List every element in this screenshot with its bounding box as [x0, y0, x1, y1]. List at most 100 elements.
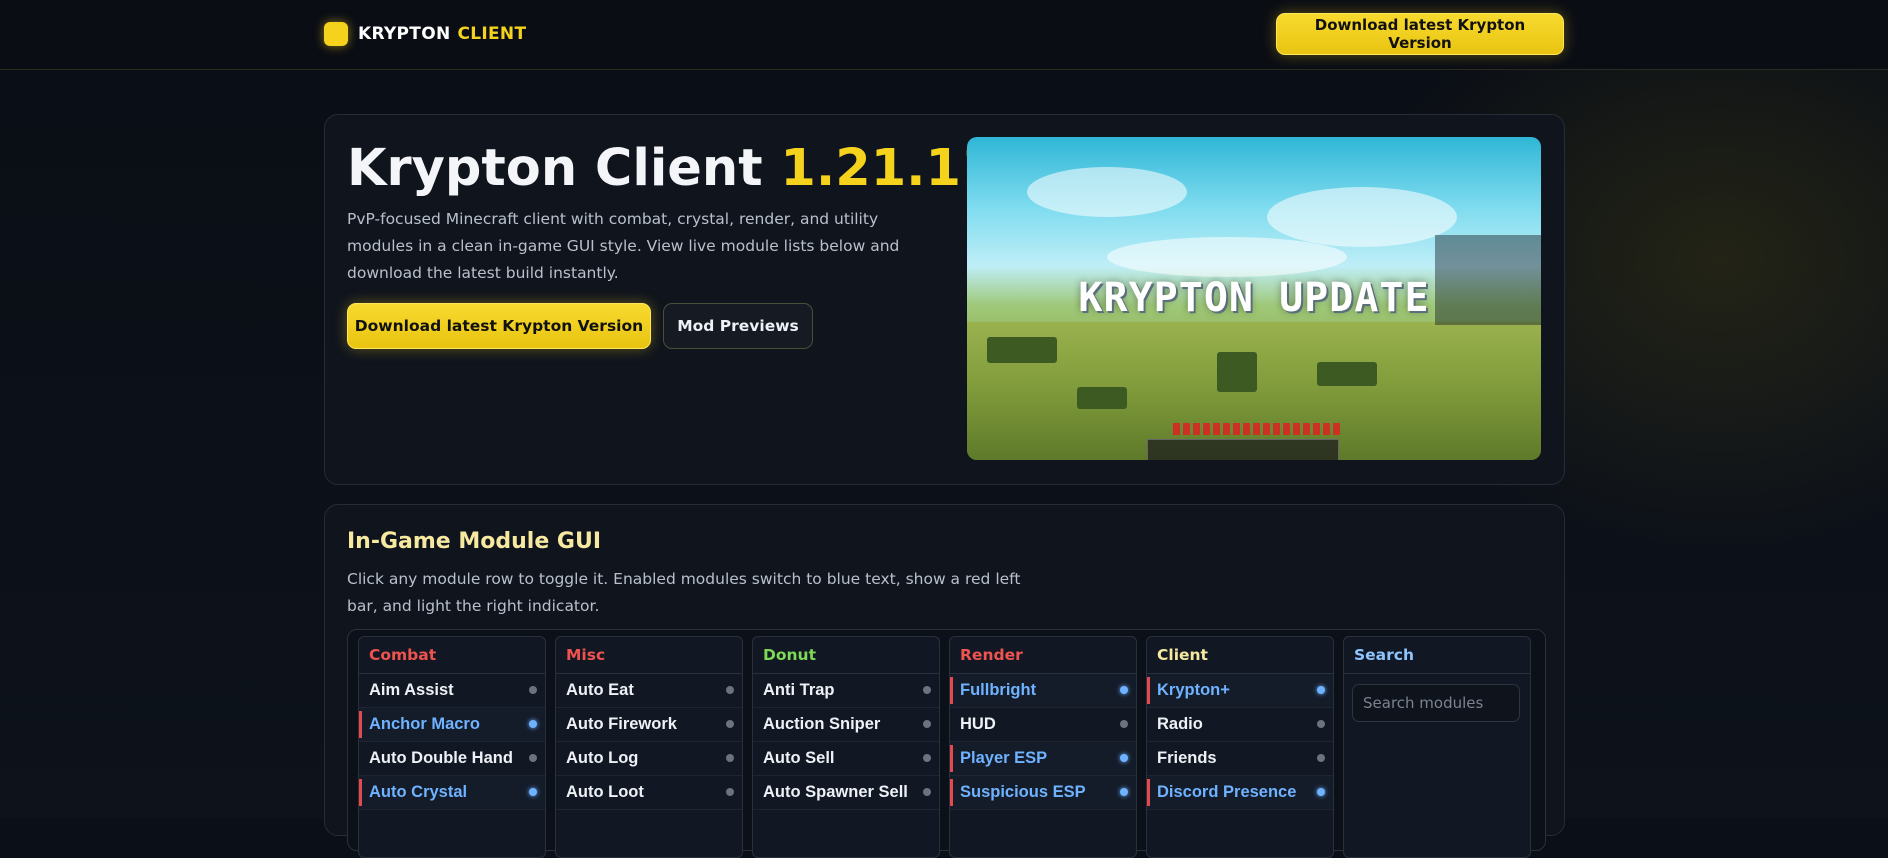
search-modules-input[interactable] [1352, 684, 1520, 722]
indicator-dot-icon [726, 788, 734, 796]
indicator-dot-icon [529, 754, 537, 762]
tree-shape [1317, 362, 1377, 386]
game-screenshot: KRYPTON UPDATE [967, 137, 1541, 460]
module-row-auto-spawner-sell[interactable]: Auto Spawner Sell [753, 776, 939, 810]
module-label: Krypton+ [1157, 681, 1230, 699]
module-label: Auto Loot [566, 783, 644, 801]
column-header: Render [950, 637, 1136, 674]
module-row-auto-sell[interactable]: Auto Sell [753, 742, 939, 776]
tree-shape [1217, 352, 1257, 392]
tree-shape [987, 337, 1057, 363]
column-donut: Donut Anti Trap Auction Sniper Auto Sell… [752, 636, 940, 858]
indicator-dot-icon [529, 686, 537, 694]
hero-card: Krypton Client 1.21.11 PvP-focused Minec… [324, 114, 1565, 485]
logo-text: KRYPTON CLIENT [358, 24, 526, 44]
column-header: Client [1147, 637, 1333, 674]
indicator-dot-icon [923, 754, 931, 762]
logo-square-icon [324, 22, 348, 46]
module-row-krypton-plus[interactable]: Krypton+ [1147, 674, 1333, 708]
module-label: Anti Trap [763, 681, 835, 699]
indicator-dot-icon [923, 686, 931, 694]
logo-word-krypton: KRYPTON [358, 24, 451, 44]
module-label: Auction Sniper [763, 715, 881, 733]
health-bar [1173, 423, 1343, 435]
indicator-dot-icon [1317, 686, 1325, 694]
module-row-radio[interactable]: Radio [1147, 708, 1333, 742]
module-label: Auto Log [566, 749, 639, 767]
module-label: Auto Firework [566, 715, 677, 733]
indicator-dot-icon [923, 720, 931, 728]
indicator-dot-icon [1120, 788, 1128, 796]
module-row-fullbright[interactable]: Fullbright [950, 674, 1136, 708]
hero-version: 1.21.11 [780, 139, 997, 198]
module-label: Friends [1157, 749, 1217, 767]
module-row-auto-crystal[interactable]: Auto Crystal [359, 776, 545, 810]
mod-previews-button[interactable]: Mod Previews [663, 303, 813, 349]
module-row-anti-trap[interactable]: Anti Trap [753, 674, 939, 708]
top-navbar: KRYPTON CLIENT Download latest Krypton Ve… [0, 0, 1888, 70]
module-label: Discord Presence [1157, 783, 1297, 801]
module-label: Aim Assist [369, 681, 454, 699]
module-row-suspicious-esp[interactable]: Suspicious ESP [950, 776, 1136, 810]
module-row-friends[interactable]: Friends [1147, 742, 1333, 776]
column-header: Donut [753, 637, 939, 674]
hotbar [1147, 439, 1339, 460]
module-row-aim-assist[interactable]: Aim Assist [359, 674, 545, 708]
module-row-anchor-macro[interactable]: Anchor Macro [359, 708, 545, 742]
indicator-dot-icon [1317, 788, 1325, 796]
indicator-dot-icon [1317, 720, 1325, 728]
module-row-auto-eat[interactable]: Auto Eat [556, 674, 742, 708]
column-combat: Combat Aim Assist Anchor Macro Auto Doub… [358, 636, 546, 858]
cloud-shape [1267, 187, 1457, 247]
module-row-auto-firework[interactable]: Auto Firework [556, 708, 742, 742]
indicator-dot-icon [923, 788, 931, 796]
screenshot-title: KRYPTON UPDATE [1078, 275, 1430, 321]
module-row-discord-presence[interactable]: Discord Presence [1147, 776, 1333, 810]
module-label: Fullbright [960, 681, 1037, 699]
hero-download-button[interactable]: Download latest Krypton Version [347, 303, 651, 349]
site-logo[interactable]: KRYPTON CLIENT [324, 22, 526, 46]
module-label: Auto Spawner Sell [763, 783, 908, 801]
column-misc: Misc Auto Eat Auto Firework Auto Log Aut… [555, 636, 743, 858]
cloud-shape [1027, 167, 1187, 217]
module-label: Auto Crystal [369, 783, 468, 801]
module-row-hud[interactable]: HUD [950, 708, 1136, 742]
hero-description: PvP-focused Minecraft client with combat… [347, 210, 900, 282]
module-label: Auto Sell [763, 749, 835, 767]
indicator-dot-icon [1120, 754, 1128, 762]
indicator-dot-icon [529, 720, 537, 728]
hero-title: Krypton Client 1.21.11 [347, 139, 997, 198]
tree-shape [1077, 387, 1127, 409]
module-label: Suspicious ESP [960, 783, 1086, 801]
column-client: Client Krypton+ Radio Friends Discord Pr… [1146, 636, 1334, 858]
column-header: Search [1344, 637, 1530, 674]
indicator-dot-icon [1120, 720, 1128, 728]
column-header: Combat [359, 637, 545, 674]
column-search: Search [1343, 636, 1531, 858]
indicator-dot-icon [726, 720, 734, 728]
cloud-shape [1107, 237, 1347, 277]
module-row-auto-log[interactable]: Auto Log [556, 742, 742, 776]
module-row-player-esp[interactable]: Player ESP [950, 742, 1136, 776]
indicator-dot-icon [1120, 686, 1128, 694]
column-header: Misc [556, 637, 742, 674]
logo-word-client: CLIENT [457, 24, 527, 44]
header-download-button[interactable]: Download latest Krypton Version [1276, 13, 1564, 55]
module-row-auto-double-hand[interactable]: Auto Double Hand [359, 742, 545, 776]
module-gui-title: In-Game Module GUI [347, 529, 602, 554]
indicator-dot-icon [529, 788, 537, 796]
module-label: Radio [1157, 715, 1203, 733]
module-row-auction-sniper[interactable]: Auction Sniper [753, 708, 939, 742]
module-label: Auto Eat [566, 681, 634, 699]
module-gui-card: In-Game Module GUI Click any module row … [324, 504, 1565, 858]
indicator-dot-icon [726, 754, 734, 762]
hero-title-text: Krypton Client [347, 139, 763, 198]
module-label: HUD [960, 715, 996, 733]
indicator-dot-icon [726, 686, 734, 694]
module-label: Anchor Macro [369, 715, 480, 733]
module-gui-description: Click any module row to toggle it. Enabl… [347, 570, 1021, 615]
module-row-auto-loot[interactable]: Auto Loot [556, 776, 742, 810]
column-render: Render Fullbright HUD Player ESP Suspici… [949, 636, 1137, 858]
module-label: Auto Double Hand [369, 749, 513, 767]
module-label: Player ESP [960, 749, 1048, 767]
